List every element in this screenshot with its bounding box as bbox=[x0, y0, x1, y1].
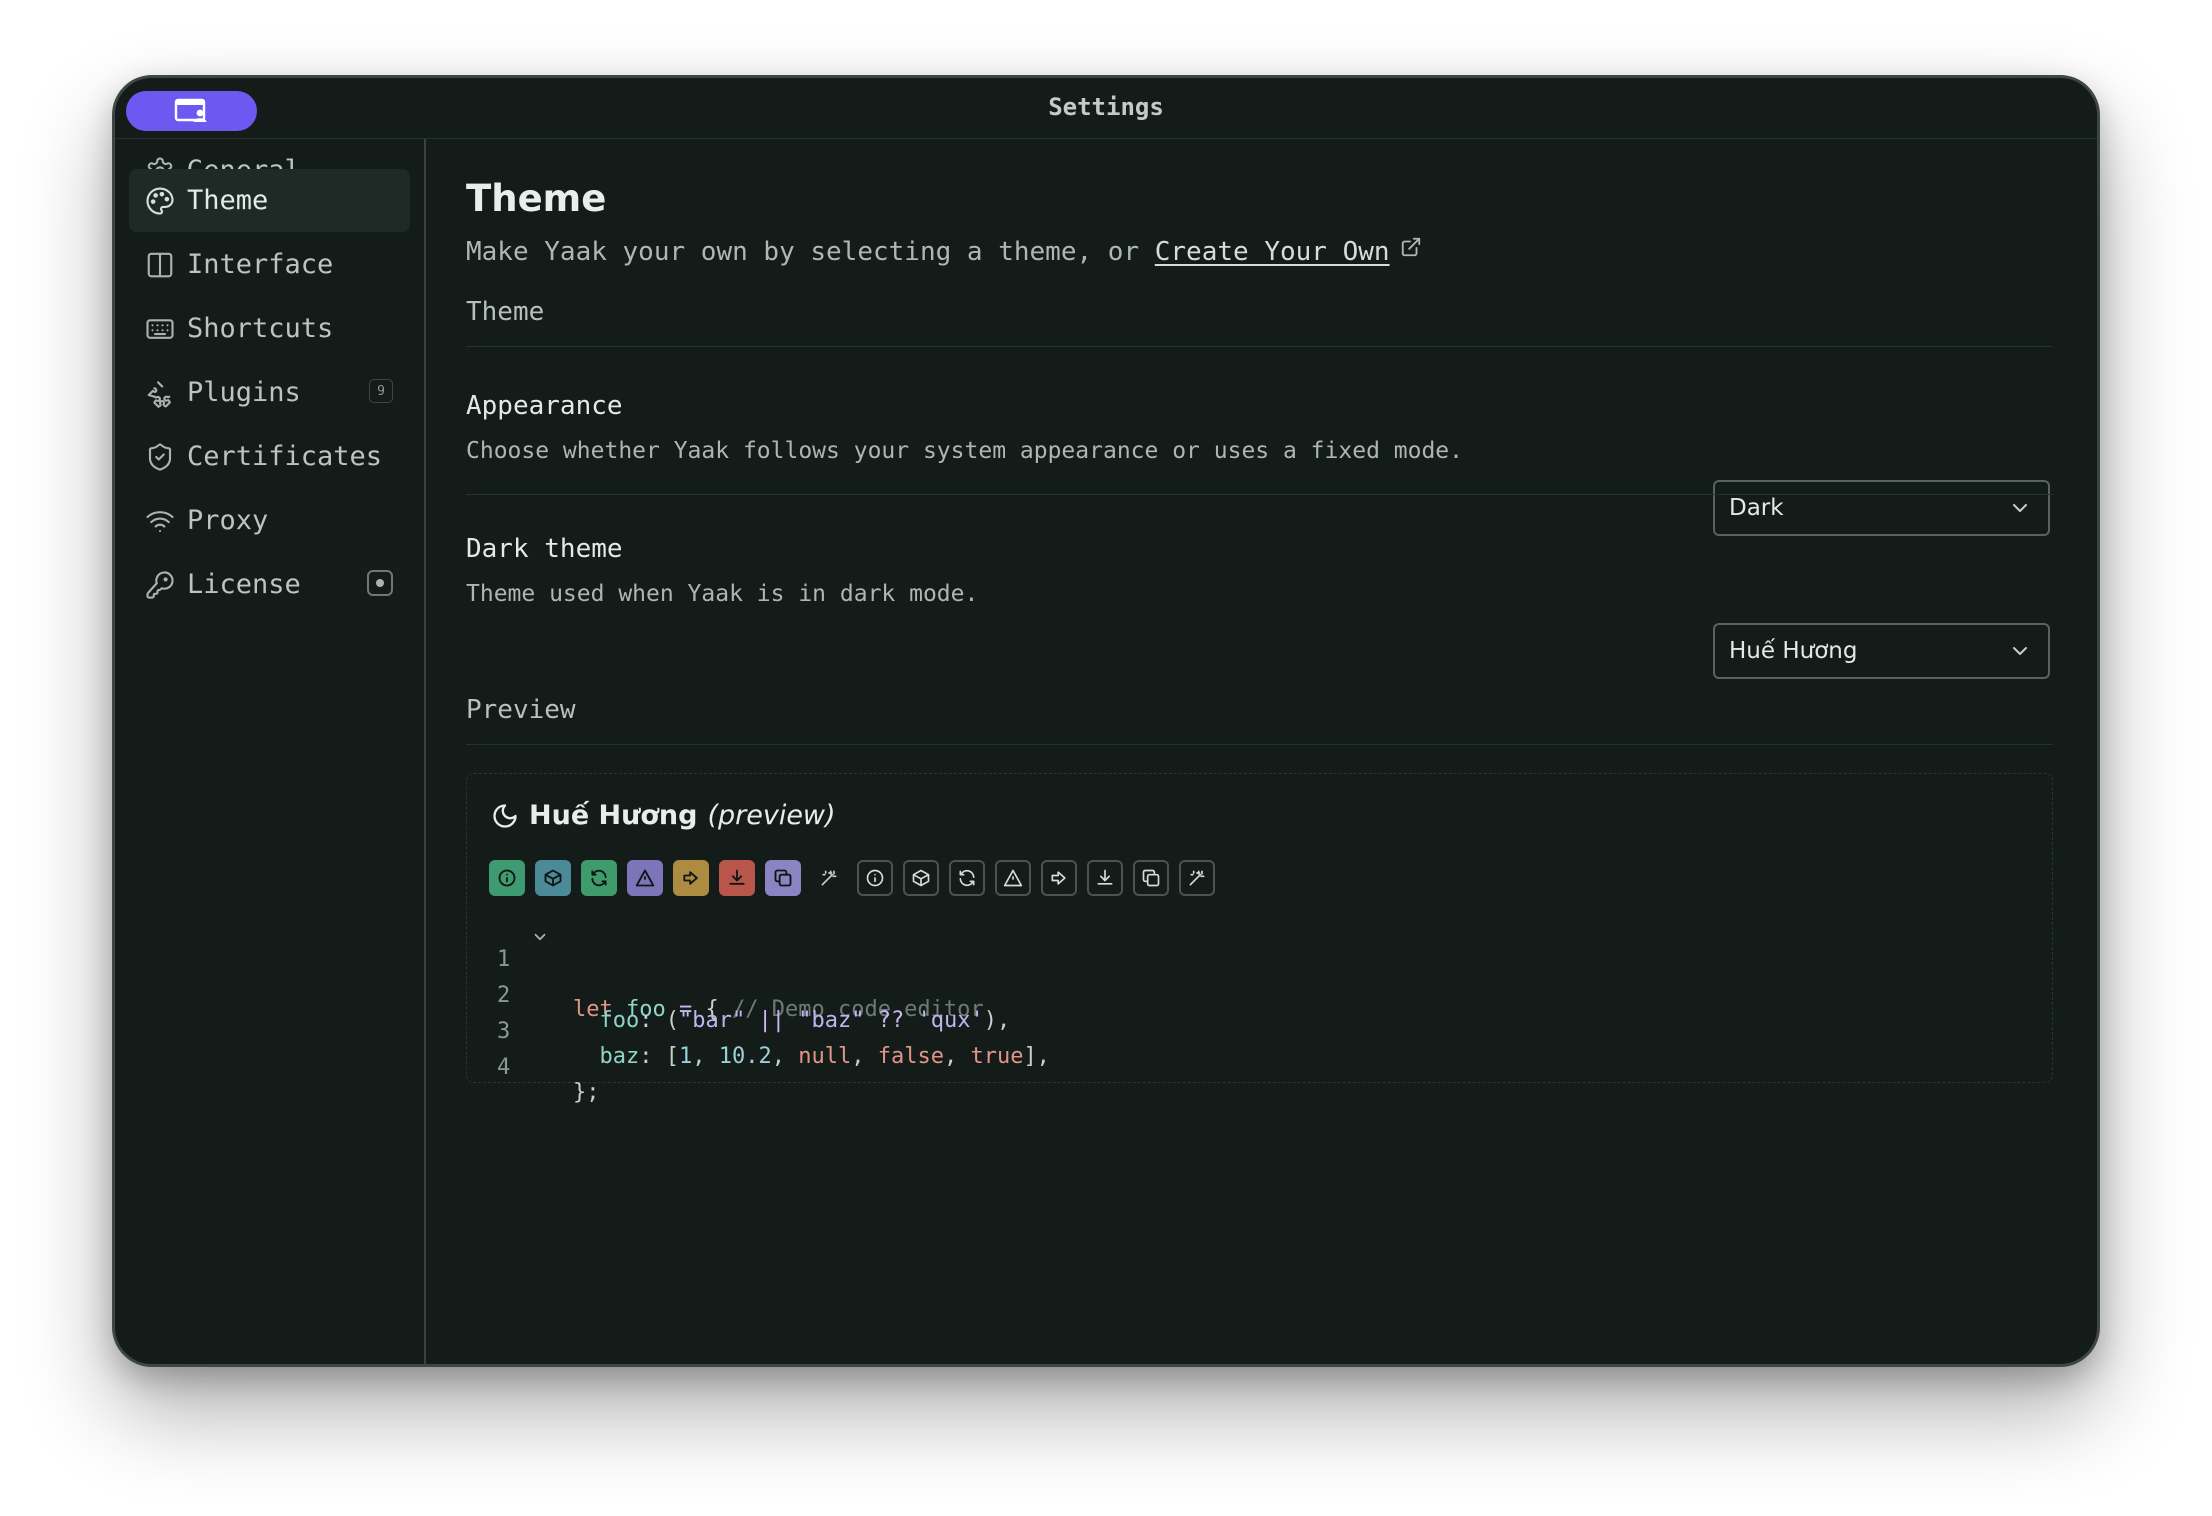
code-line: 3 baz: [1, 10.2, null, false, true], bbox=[497, 1019, 1050, 1069]
code-line: 4 }; bbox=[497, 1055, 600, 1105]
preview-secondary-button[interactable] bbox=[765, 860, 801, 896]
sidebar-item-label: Plugins bbox=[187, 377, 301, 408]
section-divider bbox=[466, 346, 2053, 347]
settings-sidebar: General Theme Interface Shortcuts Plugin… bbox=[115, 139, 426, 1364]
preview-warning-button[interactable] bbox=[673, 860, 709, 896]
refresh-icon bbox=[591, 869, 607, 887]
preview-outline-button[interactable] bbox=[857, 860, 893, 896]
preview-outline-button[interactable] bbox=[995, 860, 1031, 896]
copy-icon bbox=[774, 869, 792, 887]
subtitle-text: Make Yaak your own by selecting a theme,… bbox=[466, 237, 1155, 267]
copy-icon bbox=[1142, 869, 1160, 887]
appearance-label: Appearance bbox=[466, 391, 623, 421]
dark-theme-select[interactable]: Huế Hương bbox=[1713, 623, 2050, 679]
fold-chevron-icon[interactable] bbox=[531, 928, 549, 946]
preview-outline-button[interactable] bbox=[903, 860, 939, 896]
section-label-theme: Theme bbox=[466, 297, 545, 327]
preview-outline-button[interactable] bbox=[949, 860, 985, 896]
sidebar-item-shortcuts[interactable]: Shortcuts bbox=[129, 297, 410, 360]
preview-outline-button[interactable] bbox=[1179, 860, 1215, 896]
setting-divider bbox=[466, 494, 2053, 495]
arrow-right-icon bbox=[683, 871, 698, 885]
preview-title: Huế Hương (preview) bbox=[491, 800, 836, 831]
line-number: 4 bbox=[497, 1055, 511, 1080]
dark-theme-description: Theme used when Yaak is in dark mode. bbox=[466, 581, 979, 607]
external-link-icon bbox=[1401, 237, 1420, 257]
sidebar-item-plugins[interactable]: Plugins 9 bbox=[129, 361, 410, 424]
puzzle-icon bbox=[145, 378, 175, 408]
sidebar-item-theme[interactable]: Theme bbox=[129, 169, 410, 232]
appearance-select[interactable]: Dark bbox=[1713, 480, 2050, 536]
sidebar-item-label: Shortcuts bbox=[187, 313, 334, 344]
license-status-icon bbox=[367, 570, 393, 596]
sidebar-item-label: License bbox=[187, 569, 301, 600]
key-icon bbox=[145, 570, 175, 600]
section-label-preview: Preview bbox=[466, 695, 576, 725]
window-title: Settings bbox=[1048, 93, 1164, 121]
sidebar-item-license[interactable]: License bbox=[129, 553, 410, 616]
preview-outline-button[interactable] bbox=[1041, 860, 1077, 896]
box-icon bbox=[912, 869, 930, 887]
code-line: 2 foo: ("bar" || "baz" ?? 'qux'), bbox=[497, 983, 1011, 1033]
warning-triangle-icon bbox=[1003, 869, 1023, 887]
preview-ghost-button[interactable] bbox=[811, 860, 847, 896]
magic-wand-icon bbox=[1189, 870, 1205, 886]
sidebar-item-label: Theme bbox=[187, 185, 269, 216]
dark-theme-label: Dark theme bbox=[466, 534, 623, 564]
preview-primary-button[interactable] bbox=[581, 860, 617, 896]
magic-wand-icon bbox=[821, 870, 837, 886]
download-icon bbox=[729, 869, 745, 885]
settings-window: Settings General Theme Interface Shortcu… bbox=[112, 75, 2100, 1367]
shield-icon bbox=[145, 442, 175, 472]
sidebar-item-label: Certificates bbox=[187, 441, 383, 472]
info-icon bbox=[866, 869, 884, 887]
preview-suffix: (preview) bbox=[707, 800, 836, 831]
chevron-down-icon bbox=[2013, 504, 2027, 512]
refresh-icon bbox=[959, 869, 975, 887]
preview-notice-button[interactable] bbox=[627, 860, 663, 896]
palette-icon bbox=[145, 186, 175, 216]
preview-danger-button[interactable] bbox=[719, 860, 755, 896]
arrow-right-icon bbox=[1051, 871, 1066, 885]
title-bar: Settings bbox=[115, 78, 2097, 139]
page-title: Theme bbox=[466, 177, 607, 220]
sidebar-item-proxy[interactable]: Proxy bbox=[129, 489, 410, 552]
theme-preview-panel: Huế Hương (preview) 1 let foo = {// Dem… bbox=[466, 773, 2053, 1105]
appearance-select-value: Dark bbox=[1729, 495, 1784, 521]
sidebar-item-label: Proxy bbox=[187, 505, 269, 536]
plugins-count-badge: 9 bbox=[369, 379, 393, 403]
preview-success-button[interactable] bbox=[489, 860, 525, 896]
dark-theme-select-value: Huế Hương bbox=[1729, 638, 1858, 664]
preview-theme-name: Huế Hương bbox=[529, 800, 698, 831]
sidebar-item-label: Interface bbox=[187, 249, 334, 280]
box-icon bbox=[544, 869, 562, 887]
sidebar-item-interface[interactable]: Interface bbox=[129, 233, 410, 296]
keyboard-icon bbox=[145, 314, 175, 344]
chevron-down-icon bbox=[2013, 647, 2027, 655]
code-line: 1 let foo = { // Demo code editor bbox=[467, 922, 984, 1022]
wifi-icon bbox=[145, 506, 175, 536]
section-divider bbox=[466, 744, 2053, 745]
create-your-own-link[interactable]: Create Your Own bbox=[1155, 237, 1390, 267]
info-icon bbox=[498, 869, 516, 887]
preview-info-button[interactable] bbox=[535, 860, 571, 896]
appearance-description: Choose whether Yaak follows your system … bbox=[466, 438, 1463, 464]
download-icon bbox=[1097, 869, 1113, 885]
moon-icon bbox=[493, 803, 517, 828]
warning-triangle-icon bbox=[635, 869, 655, 887]
layout-icon bbox=[145, 250, 175, 280]
preview-outline-button[interactable] bbox=[1087, 860, 1123, 896]
preview-outline-button[interactable] bbox=[1133, 860, 1169, 896]
page-subtitle: Make Yaak your own by selecting a theme,… bbox=[466, 236, 1422, 267]
sidebar-item-certificates[interactable]: Certificates bbox=[129, 425, 410, 488]
